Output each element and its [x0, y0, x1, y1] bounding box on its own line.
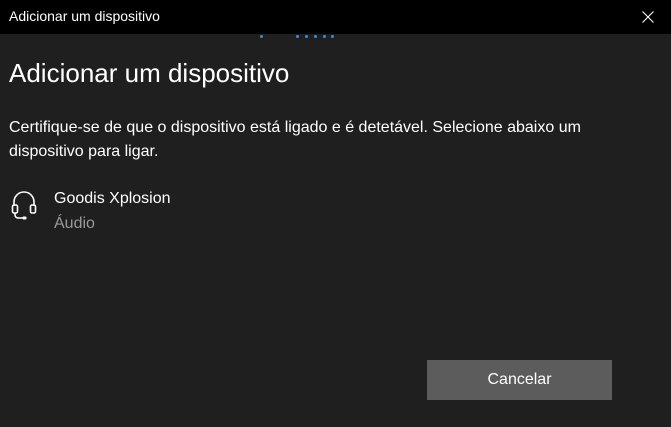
cancel-button[interactable]: Cancelar [427, 360, 612, 400]
close-icon [642, 11, 654, 23]
progress-dot [314, 35, 317, 38]
device-list-item[interactable]: Goodis Xplosion Áudio [0, 184, 300, 240]
instructions-text: Certifique-se de que o dispositivo está … [9, 119, 581, 160]
progress-dot [331, 35, 334, 38]
close-button[interactable] [625, 0, 671, 34]
headset-icon [11, 191, 37, 220]
progress-dot [305, 35, 308, 38]
add-device-dialog: Adicionar um dispositivo Adicionar um di… [0, 0, 671, 427]
progress-dot [296, 35, 299, 38]
searching-progress-indicator [258, 35, 338, 41]
title-bar: Adicionar um dispositivo [0, 0, 671, 34]
device-name: Goodis Xplosion [54, 190, 171, 207]
device-type: Áudio [54, 215, 95, 232]
progress-dot [260, 35, 263, 38]
progress-dot [323, 35, 326, 38]
page-title: Adicionar um dispositivo [9, 58, 290, 88]
window-title: Adicionar um dispositivo [9, 8, 160, 24]
